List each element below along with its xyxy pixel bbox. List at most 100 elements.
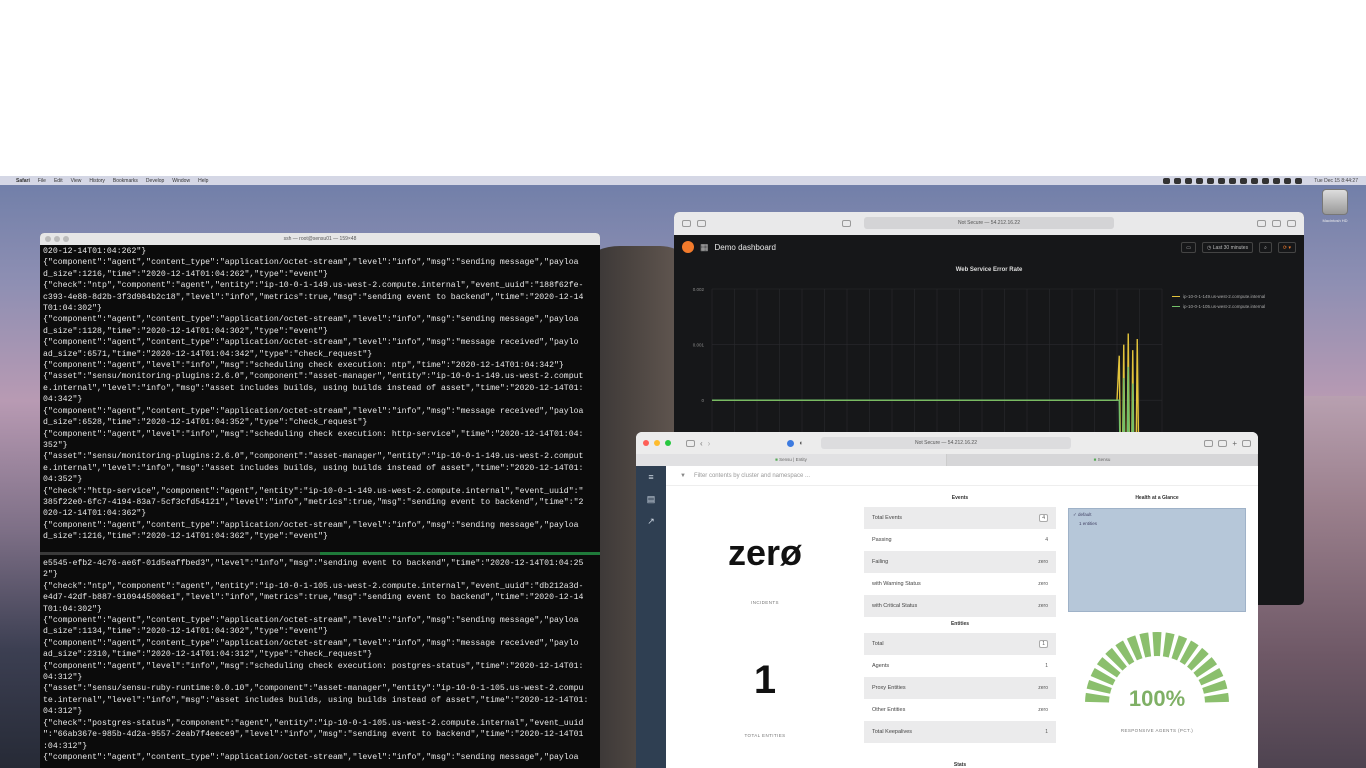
- entity-row-label: Total Keepalives: [872, 729, 913, 735]
- grafana-toolbar: Not Secure — 54.212.16.22: [674, 212, 1304, 235]
- legend-item-105[interactable]: ip-10-0-1-105.us-west-2.compute.internal: [1172, 302, 1265, 312]
- sensu-browser-window[interactable]: ‹ › ◐ Not Secure — 54.212.16.22 + ■ Sens…: [636, 432, 1258, 768]
- privacy-icon[interactable]: [842, 220, 851, 227]
- minimize-button[interactable]: [54, 236, 60, 242]
- terminal-top-line: e.internal","level":"info","msg":"asset …: [43, 463, 584, 473]
- y-tick-label: 0.002: [693, 287, 705, 292]
- event-row-passing[interactable]: Passing 4: [864, 529, 1056, 551]
- menu-history[interactable]: History: [89, 178, 105, 184]
- event-row-value: 4: [1039, 514, 1048, 522]
- pane-divider[interactable]: [40, 552, 600, 555]
- responsive-caption: RESPONSIVE AGENTS (PCT.): [1120, 728, 1194, 733]
- menu-help[interactable]: Help: [198, 178, 208, 184]
- close-button[interactable]: [643, 440, 649, 446]
- terminal-top-line: 020-12-14T01:04:362"}: [43, 509, 147, 519]
- tray-cloud-icon[interactable]: [1207, 177, 1215, 184]
- new-tab-icon[interactable]: +: [1232, 439, 1237, 448]
- event-row-critical[interactable]: with Critical Status zero: [864, 595, 1056, 617]
- grafana-logo-icon[interactable]: [682, 241, 694, 253]
- hamburger-menu-icon[interactable]: ≡: [636, 466, 666, 488]
- terminal-top-line: {"component":"agent","content_type":"app…: [43, 258, 579, 268]
- entity-row-other[interactable]: Other Entities zero: [864, 699, 1056, 721]
- zoom-button[interactable]: [63, 236, 69, 242]
- entity-row-keepalives[interactable]: Total Keepalives 1: [864, 721, 1056, 743]
- events-card: Events Total Events 4 Passing 4 Failing zer…: [864, 492, 1056, 618]
- chat-icon[interactable]: ▤: [636, 488, 666, 510]
- terminal-top-line: d_size":1216,"time":"2020-12-14T01:04:26…: [43, 269, 328, 279]
- entity-row-total[interactable]: Total 1: [864, 633, 1056, 655]
- tray-sync-icon[interactable]: [1185, 177, 1193, 184]
- filter-input[interactable]: Filter contents by cluster and namespace…: [694, 473, 810, 479]
- tray-camera-icon[interactable]: [1229, 177, 1237, 184]
- menu-bookmarks[interactable]: Bookmarks: [113, 178, 138, 184]
- refresh-button[interactable]: ⟳ ▾: [1277, 241, 1296, 253]
- tray-lock-icon[interactable]: [1240, 177, 1248, 184]
- hard-disk-icon[interactable]: [1322, 189, 1348, 215]
- close-button[interactable]: [45, 236, 51, 242]
- time-range-picker[interactable]: ◷ Last 30 minutes: [1202, 241, 1254, 253]
- tray-control-icon[interactable]: [1284, 177, 1292, 184]
- terminal-pane-bottom[interactable]: e5545-efb2-4c76-ae6f-01d5eaffbed3","leve…: [40, 557, 600, 768]
- tray-screen-icon[interactable]: [1174, 177, 1182, 184]
- entity-row-value: 1: [1045, 663, 1048, 669]
- sidebar-toggle-icon[interactable]: [686, 439, 695, 447]
- event-row-total[interactable]: Total Events 4: [864, 507, 1056, 529]
- tray-battery-icon[interactable]: [1251, 177, 1259, 184]
- menu-view[interactable]: View: [71, 178, 82, 184]
- share-icon[interactable]: [1218, 439, 1228, 447]
- share-icon[interactable]: [1257, 220, 1266, 227]
- tab-sensu[interactable]: ■ Sensu: [947, 454, 1258, 466]
- tray-wifi-icon[interactable]: [1262, 177, 1270, 184]
- tray-siri-icon[interactable]: [1295, 177, 1303, 184]
- zoom-out-icon[interactable]: ⌕: [1259, 241, 1272, 253]
- back-icon[interactable]: ‹: [700, 439, 703, 448]
- health-treemap[interactable]: ✓ default 1 entities: [1068, 508, 1246, 612]
- entity-row-agents[interactable]: Agents 1: [864, 655, 1056, 677]
- responsive-agents-card: 100% RESPONSIVE AGENTS (PCT.): [1062, 624, 1252, 750]
- menu-file[interactable]: File: [38, 178, 46, 184]
- terminal-pane-top[interactable]: 020-12-14T01:04:262"} {"component":"agent…: [40, 245, 600, 550]
- tray-record-icon[interactable]: [1163, 177, 1171, 184]
- entity-row-proxy[interactable]: Proxy Entities zero: [864, 677, 1056, 699]
- terminal-top-line: {"asset":"sensu/monitoring-plugins:2.6.0…: [43, 452, 584, 462]
- terminal-top-line: T01:04:302"}: [43, 304, 102, 314]
- address-bar[interactable]: Not Secure — 54.212.16.22: [821, 437, 1071, 449]
- shield-icon[interactable]: [787, 439, 795, 447]
- download-icon[interactable]: [1204, 439, 1214, 447]
- chart-trend-icon[interactable]: ↗: [636, 510, 666, 532]
- display-mode-icon[interactable]: ▭: [1181, 241, 1197, 253]
- dashboard-title[interactable]: Demo dashboard: [715, 243, 776, 252]
- menu-window[interactable]: Window: [172, 178, 190, 184]
- minimize-button[interactable]: [654, 440, 660, 446]
- terminal-top-line: d_size":6528,"time":"2020-12-14T01:04:35…: [43, 418, 368, 428]
- terminal-top-line: {"check":"ntp","component":"agent","enti…: [43, 281, 584, 291]
- tray-cloud2-icon[interactable]: [1218, 177, 1226, 184]
- browser-tabs: ■ Sensu | Entity ■ Sensu: [636, 454, 1258, 466]
- forward-icon[interactable]: ›: [708, 439, 711, 448]
- terminal-top-line: {"component":"agent","content_type":"app…: [43, 315, 579, 325]
- address-bar[interactable]: Not Secure — 54.212.16.22: [864, 217, 1114, 229]
- tabs-icon[interactable]: [1287, 220, 1296, 227]
- zoom-button[interactable]: [665, 440, 671, 446]
- event-row-warning[interactable]: with Warning Status zero: [864, 573, 1056, 595]
- tab-sensu-entity[interactable]: ■ Sensu | Entity: [636, 454, 947, 466]
- namespace-filter[interactable]: ▼ Filter contents by cluster and namespa…: [666, 466, 1258, 486]
- legend-item-149[interactable]: ip-10-0-1-149.us-west-2.compute.internal: [1172, 292, 1265, 302]
- tabs-icon[interactable]: [1242, 439, 1251, 447]
- back-icon[interactable]: [697, 220, 706, 227]
- sidebar-toggle-icon[interactable]: [682, 220, 691, 227]
- health-card: Health at a Glance ✓ default 1 entities: [1062, 492, 1252, 618]
- menu-clock[interactable]: Tue Dec 15 8:44:27: [1314, 178, 1358, 184]
- tray-app-icon[interactable]: [1196, 177, 1204, 184]
- menu-edit[interactable]: Edit: [54, 178, 63, 184]
- terminal-titlebar[interactable]: ssh — root@sensu01 — 159×48: [40, 233, 600, 245]
- dashboard-grid-icon[interactable]: ▦: [700, 242, 709, 253]
- event-row-failing[interactable]: Failing zero: [864, 551, 1056, 573]
- menu-develop[interactable]: Develop: [146, 178, 164, 184]
- menu-app-name[interactable]: Safari: [16, 178, 30, 184]
- new-tab-icon[interactable]: [1272, 220, 1281, 227]
- terminal-bottom-line: 2"}: [43, 570, 58, 580]
- reader-icon[interactable]: ◐: [799, 440, 803, 447]
- tray-search-icon[interactable]: [1273, 177, 1281, 184]
- terminal-window[interactable]: ssh — root@sensu01 — 159×48 020-12-14T01…: [40, 233, 600, 768]
